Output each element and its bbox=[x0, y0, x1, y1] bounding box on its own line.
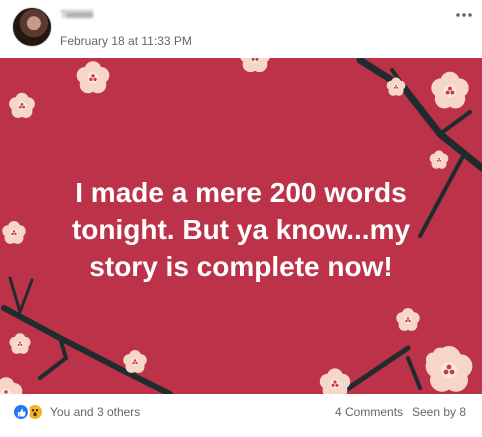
like-icon bbox=[12, 403, 30, 421]
comments-link[interactable]: 4 Comments bbox=[335, 405, 403, 419]
reaction-count-text: You and 3 others bbox=[50, 405, 141, 419]
post-background-card: I made a mere 200 words tonight. But ya … bbox=[0, 58, 482, 394]
more-options-button[interactable] bbox=[454, 8, 474, 22]
author-name[interactable]: Tiiiiiiiiiiiiiiiiiii bbox=[60, 9, 158, 21]
post-text: I made a mere 200 words tonight. But ya … bbox=[71, 177, 411, 282]
post-header: Tiiiiiiiiiiiiiiiiiii February 18 at 11:3… bbox=[0, 0, 482, 58]
post-footer: You and 3 others 4 Comments Seen by 8 bbox=[0, 394, 482, 437]
reactions-summary[interactable]: You and 3 others bbox=[12, 403, 140, 421]
avatar[interactable] bbox=[12, 7, 52, 47]
more-horizontal-icon bbox=[456, 13, 472, 17]
seen-by-count[interactable]: Seen by 8 bbox=[412, 405, 466, 419]
post-timestamp[interactable]: February 18 at 11:33 PM bbox=[60, 34, 192, 48]
